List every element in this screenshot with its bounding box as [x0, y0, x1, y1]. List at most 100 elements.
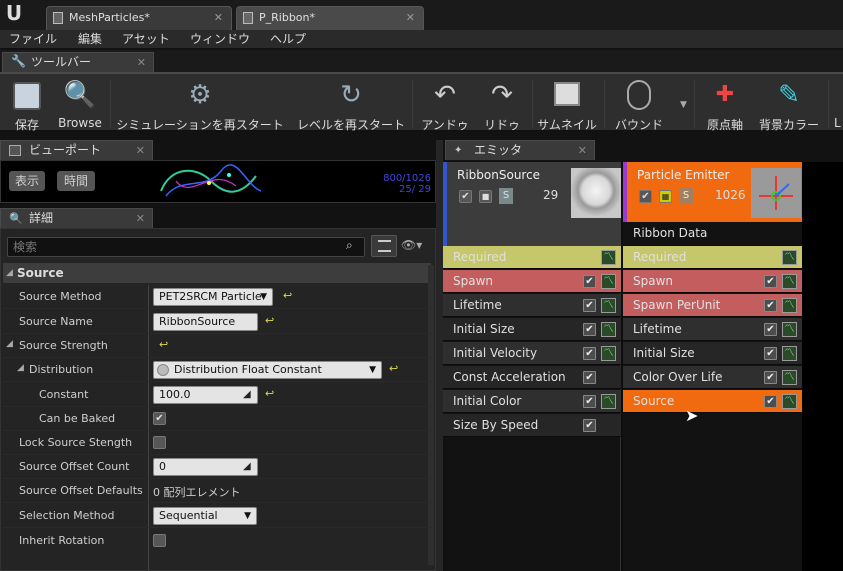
- restart-level-button[interactable]: ↻ レベルを再スタート: [294, 74, 408, 132]
- close-icon[interactable]: ✕: [578, 141, 587, 160]
- module-enable-checkbox[interactable]: ✔: [764, 323, 777, 336]
- time-button[interactable]: 時間: [57, 171, 95, 191]
- restart-simulation-button[interactable]: ⚙ シミュレーションを再スタート: [114, 74, 286, 132]
- module-enable-checkbox[interactable]: ✔: [583, 419, 596, 432]
- close-icon[interactable]: ✕: [136, 141, 145, 160]
- module-enable-checkbox[interactable]: ✔: [583, 395, 596, 408]
- tab-meshparticles[interactable]: MeshParticles* ✕: [46, 6, 232, 30]
- emitter-header[interactable]: RibbonSource ✔ ■ S 29: [443, 162, 621, 246]
- bounds-button[interactable]: バウンド: [608, 74, 670, 132]
- reset-default-icon[interactable]: ↩: [265, 387, 274, 400]
- source-name-field[interactable]: RibbonSource: [153, 313, 258, 331]
- curve-editor-icon[interactable]: 〽: [601, 250, 616, 265]
- module-enable-checkbox[interactable]: ✔: [583, 371, 596, 384]
- source-method-dropdown[interactable]: PET2SRCM Particle: [153, 288, 273, 306]
- viewport[interactable]: 表示 時間 800/1026 25/ 29: [0, 160, 436, 203]
- tab-p-ribbon[interactable]: P_Ribbon* ✕: [236, 6, 424, 30]
- module-enable-checkbox[interactable]: ✔: [583, 275, 596, 288]
- curve-editor-icon[interactable]: 〽: [782, 370, 797, 385]
- lod-button[interactable]: L: [832, 74, 843, 132]
- module-enable-checkbox[interactable]: ✔: [764, 395, 777, 408]
- tab-toolbar[interactable]: 🔧 ツールバー ✕: [2, 52, 154, 72]
- curve-editor-icon[interactable]: 〽: [601, 274, 616, 289]
- menu-window[interactable]: ウィンドウ: [190, 32, 250, 47]
- bounds-dropdown-icon[interactable]: ▼: [680, 100, 687, 110]
- curve-editor-icon[interactable]: 〽: [782, 250, 797, 265]
- browse-button[interactable]: 🔍 Browse: [54, 74, 106, 132]
- tab-details[interactable]: 🔍 詳細 ✕: [0, 208, 153, 228]
- close-icon[interactable]: ✕: [137, 53, 146, 72]
- module-source[interactable]: Source ✔ 〽: [623, 390, 802, 413]
- curve-editor-icon[interactable]: 〽: [601, 298, 616, 313]
- view-options-eye-icon[interactable]: 👁▾: [401, 238, 422, 252]
- module-enable-checkbox[interactable]: ✔: [764, 275, 777, 288]
- curve-editor-icon[interactable]: 〽: [782, 298, 797, 313]
- module-enable-checkbox[interactable]: ✔: [583, 347, 596, 360]
- close-icon[interactable]: ✕: [136, 209, 145, 228]
- category-source[interactable]: ◢ Source: [3, 263, 431, 283]
- show-button[interactable]: 表示: [9, 171, 45, 191]
- origin-axis-button[interactable]: ✚ 原点軸: [700, 74, 750, 132]
- module-enable-checkbox[interactable]: ✔: [764, 371, 777, 384]
- emitter-empty-area[interactable]: [802, 162, 843, 571]
- module-enable-checkbox[interactable]: ✔: [764, 347, 777, 360]
- module-enable-checkbox[interactable]: ✔: [583, 299, 596, 312]
- menu-file[interactable]: ファイル: [9, 32, 57, 47]
- module-enable-checkbox[interactable]: ✔: [583, 323, 596, 336]
- curve-editor-icon[interactable]: 〽: [601, 322, 616, 337]
- distribution-dropdown[interactable]: Distribution Float Constant: [153, 361, 382, 379]
- search-input[interactable]: 検索: [7, 237, 365, 257]
- module-initial-velocity[interactable]: Initial Velocity ✔ 〽: [443, 342, 621, 365]
- tab-viewport[interactable]: ビューポート ✕: [0, 140, 153, 160]
- enable-checkbox[interactable]: ✔: [639, 190, 652, 203]
- render-mode-icon[interactable]: ■: [479, 190, 492, 203]
- reset-default-icon[interactable]: ↩: [159, 338, 168, 351]
- module-spawn[interactable]: Spawn ✔ 〽: [443, 270, 621, 293]
- solo-button[interactable]: S: [499, 188, 513, 204]
- menu-asset[interactable]: アセット: [122, 32, 170, 47]
- curve-editor-icon[interactable]: 〽: [601, 346, 616, 361]
- menu-help[interactable]: ヘルプ: [270, 32, 306, 47]
- curve-editor-icon[interactable]: 〽: [782, 322, 797, 337]
- property-matrix-button[interactable]: [371, 235, 397, 257]
- can-be-baked-checkbox[interactable]: ✔: [153, 412, 166, 425]
- reset-default-icon[interactable]: ↩: [265, 314, 274, 327]
- module-color-over-life[interactable]: Color Over Life ✔ 〽: [623, 366, 802, 389]
- module-initial-size[interactable]: Initial Size ✔ 〽: [623, 342, 802, 365]
- reset-default-icon[interactable]: ↩: [389, 362, 398, 375]
- curve-editor-icon[interactable]: 〽: [782, 394, 797, 409]
- module-required[interactable]: Required 〽: [443, 246, 621, 269]
- module-enable-checkbox[interactable]: ✔: [764, 299, 777, 312]
- solo-button[interactable]: S: [679, 188, 693, 204]
- module-size-by-speed[interactable]: Size By Speed ✔: [443, 414, 621, 437]
- redo-button[interactable]: ↷ リドゥ: [476, 74, 528, 132]
- collapse-icon[interactable]: ◢: [6, 339, 13, 349]
- tab-emitters[interactable]: ✦ エミッタ ✕: [445, 140, 595, 160]
- menu-edit[interactable]: 編集: [78, 32, 102, 47]
- module-const-acceleration[interactable]: Const Acceleration ✔: [443, 366, 621, 389]
- curve-editor-icon[interactable]: 〽: [782, 274, 797, 289]
- close-icon[interactable]: ✕: [214, 7, 223, 29]
- undo-button[interactable]: ↶ アンドゥ: [418, 74, 472, 132]
- save-button[interactable]: 保存: [4, 74, 50, 132]
- reset-default-icon[interactable]: ↩: [283, 289, 292, 302]
- module-lifetime[interactable]: Lifetime ✔ 〽: [443, 294, 621, 317]
- collapse-icon[interactable]: ◢: [17, 363, 24, 373]
- module-initial-size[interactable]: Initial Size ✔ 〽: [443, 318, 621, 341]
- module-required[interactable]: Required 〽: [623, 246, 802, 269]
- panel-splitter[interactable]: [436, 140, 443, 571]
- close-icon[interactable]: ✕: [406, 7, 415, 29]
- render-mode-icon[interactable]: ▦: [659, 190, 672, 203]
- module-ribbon-data[interactable]: Ribbon Data: [623, 222, 802, 246]
- module-spawn-per-unit[interactable]: Spawn PerUnit ✔ 〽: [623, 294, 802, 317]
- module-initial-color[interactable]: Initial Color ✔ 〽: [443, 390, 621, 413]
- curve-editor-icon[interactable]: 〽: [601, 394, 616, 409]
- enable-checkbox[interactable]: ✔: [459, 190, 472, 203]
- curve-editor-icon[interactable]: 〽: [782, 346, 797, 361]
- selection-method-dropdown[interactable]: Sequential: [153, 507, 257, 525]
- lock-source-strength-checkbox[interactable]: [153, 436, 166, 449]
- module-lifetime[interactable]: Lifetime ✔ 〽: [623, 318, 802, 341]
- module-spawn[interactable]: Spawn ✔ 〽: [623, 270, 802, 293]
- thumbnail-button[interactable]: サムネイル: [534, 74, 600, 132]
- inherit-rotation-checkbox[interactable]: [153, 534, 166, 547]
